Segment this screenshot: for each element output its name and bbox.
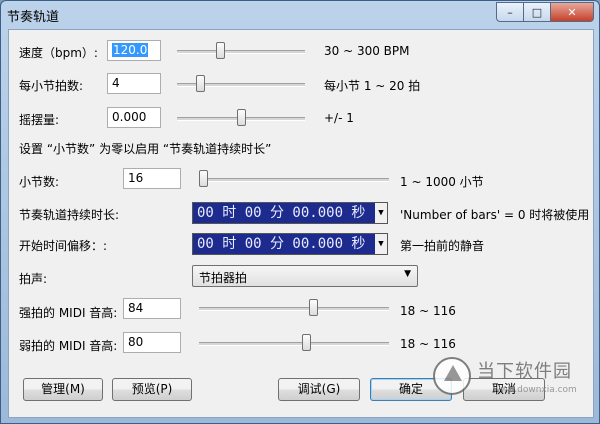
tempo-value: 120.0 <box>112 43 149 57</box>
close-button[interactable]: ✕ <box>550 2 594 22</box>
bars-note: 设置 “小节数” 为零以启用 “节奏轨道持续时长” <box>19 142 272 156</box>
offset-format-dropdown-icon[interactable]: ▼ <box>375 234 387 254</box>
click-sound-select[interactable]: 节拍器拍 ▼ <box>192 265 418 287</box>
chevron-down-icon: ▼ <box>404 269 411 279</box>
beats-per-bar-label: 每小节拍数: <box>19 79 84 93</box>
slider-thumb[interactable] <box>216 42 225 59</box>
watermark-url: www.downxia.com <box>493 385 577 395</box>
duration-hint: 'Number of bars' = 0 时将被使用 <box>400 208 590 222</box>
watermark-text: 当下软件园 <box>477 361 572 382</box>
strong-midi-range: 18 ~ 116 <box>400 304 456 318</box>
bars-range: 1 ~ 1000 小节 <box>400 175 484 189</box>
tempo-range: 30 ~ 300 BPM <box>324 44 410 58</box>
slider-thumb[interactable] <box>302 334 311 351</box>
tempo-label: 速度（bpm）: <box>19 46 98 60</box>
title-bar[interactable]: 节奏轨道 – □ ✕ <box>1 1 599 29</box>
window-title: 节奏轨道 <box>7 10 60 25</box>
debug-button[interactable]: 调试(G) <box>278 378 360 401</box>
slider-track <box>199 342 389 346</box>
manage-button[interactable]: 管理(M) <box>23 378 103 401</box>
beats-per-bar-slider[interactable] <box>177 74 305 94</box>
weak-midi-label: 弱拍的 MIDI 音高: <box>19 339 118 353</box>
caption-buttons: – □ ✕ <box>496 2 594 22</box>
tempo-input[interactable]: 120.0 <box>107 40 161 61</box>
duration-time-value: 00 时 00 分 00.000 秒 <box>197 205 366 221</box>
minimize-button[interactable]: – <box>496 2 524 22</box>
watermark-logo-icon <box>433 357 471 395</box>
bars-slider[interactable] <box>199 169 389 189</box>
weak-midi-slider[interactable] <box>199 333 389 353</box>
duration-format-dropdown-icon[interactable]: ▼ <box>375 203 387 223</box>
swing-slider[interactable] <box>177 108 305 128</box>
click-sound-selected: 节拍器拍 <box>199 271 248 285</box>
slider-track <box>177 50 305 54</box>
offset-label: 开始时间偏移：: <box>19 239 108 253</box>
tempo-slider[interactable] <box>177 41 305 61</box>
slider-thumb[interactable] <box>309 299 318 316</box>
maximize-button[interactable]: □ <box>523 2 551 22</box>
swing-range: +/- 1 <box>324 111 354 125</box>
beats-per-bar-range: 每小节 1 ~ 20 拍 <box>324 79 421 93</box>
weak-midi-range: 18 ~ 116 <box>400 337 456 351</box>
slider-track <box>199 307 389 311</box>
swing-input[interactable]: 0.000 <box>107 107 161 128</box>
dialog-window: 节奏轨道 – □ ✕ 速度（bpm）: 120.0 30 ~ 300 BPM 每… <box>0 0 600 424</box>
slider-thumb[interactable] <box>196 75 205 92</box>
click-sound-label: 拍声: <box>19 272 48 286</box>
watermark: 当下软件园 www.downxia.com <box>433 355 583 401</box>
slider-thumb[interactable] <box>237 109 246 126</box>
slider-thumb[interactable] <box>199 170 208 187</box>
bars-input[interactable]: 16 <box>123 168 181 189</box>
bars-label: 小节数: <box>19 175 60 189</box>
beats-per-bar-input[interactable]: 4 <box>107 73 161 94</box>
offset-time-control[interactable]: 00 时 00 分 00.000 秒 ▼ <box>192 233 388 255</box>
offset-time-value: 00 时 00 分 00.000 秒 <box>197 236 366 252</box>
swing-label: 摇摆量: <box>19 113 60 127</box>
duration-label: 节奏轨道持续时长: <box>19 208 120 222</box>
duration-time-control[interactable]: 00 时 00 分 00.000 秒 ▼ <box>192 202 388 224</box>
preview-button[interactable]: 预览(P) <box>112 378 192 401</box>
offset-hint: 第一拍前的静音 <box>400 239 485 253</box>
strong-midi-input[interactable]: 84 <box>123 298 181 319</box>
weak-midi-input[interactable]: 80 <box>123 332 181 353</box>
strong-midi-slider[interactable] <box>199 298 389 318</box>
slider-track <box>199 178 389 182</box>
strong-midi-label: 强拍的 MIDI 音高: <box>19 306 118 320</box>
